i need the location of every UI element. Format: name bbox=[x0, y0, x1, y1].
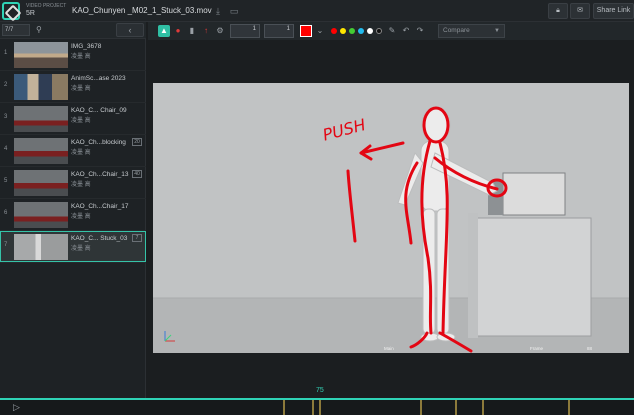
opacity-value: 1 bbox=[252, 26, 256, 32]
item-thumbnail bbox=[14, 74, 68, 100]
item-thumbnail bbox=[14, 138, 68, 164]
comment-marker[interactable] bbox=[420, 400, 422, 415]
item-title: KAO_C... Stuck_03 bbox=[71, 235, 128, 242]
current-color-swatch[interactable] bbox=[300, 25, 312, 37]
list-item[interactable]: 3 KAO_C... Chair_09 凌墨 高 bbox=[0, 103, 146, 135]
draw-mode-icon[interactable]: ▲ bbox=[158, 25, 170, 37]
trash-icon[interactable]: ▮ bbox=[186, 25, 198, 37]
list-item[interactable]: 1 IMG_3678 凌墨 高 bbox=[0, 39, 146, 71]
item-user: 凌墨 高 bbox=[71, 118, 91, 124]
frame-label-number: 88 bbox=[587, 346, 593, 351]
record-icon[interactable]: ● bbox=[172, 25, 184, 37]
current-frame-number: 75 bbox=[316, 387, 324, 394]
item-count[interactable]: 7/7 bbox=[2, 24, 30, 36]
color-red[interactable] bbox=[331, 28, 337, 34]
comment-icon[interactable]: ▭ bbox=[228, 5, 240, 17]
item-title: KAO_Ch...Chair_13 bbox=[71, 171, 129, 178]
item-thumbnail bbox=[14, 202, 68, 228]
color-yellow[interactable] bbox=[340, 28, 346, 34]
undo-icon[interactable]: ↶ bbox=[400, 25, 412, 37]
item-title: KAO_C... Chair_09 bbox=[71, 107, 127, 114]
eyedropper-icon[interactable]: ✎ bbox=[386, 25, 398, 37]
chevron-down-icon: ▼ bbox=[494, 28, 500, 34]
file-title: KAO_Chunyen _M02_1_Stuck_03.mov bbox=[72, 6, 212, 15]
chevron-down-icon[interactable]: ⌄ bbox=[314, 25, 326, 37]
back-button[interactable]: ‹ bbox=[116, 23, 144, 37]
item-user: 凌墨 高 bbox=[71, 182, 91, 188]
brush-value: 1 bbox=[286, 26, 290, 32]
item-number: 5 bbox=[4, 178, 8, 184]
project-name[interactable]: 5R bbox=[26, 10, 35, 17]
item-title: KAO_Ch...Chair_17 bbox=[71, 203, 129, 210]
comment-marker[interactable] bbox=[455, 400, 457, 415]
playlist-sidebar: 7/7 ⚲ ‹ 1 IMG_3678 凌墨 高 2 AnimSc...ase 2… bbox=[0, 22, 146, 398]
item-number: 7 bbox=[4, 242, 8, 248]
redo-icon[interactable]: ↷ bbox=[414, 25, 426, 37]
project-label: VIDEO PROJECT bbox=[26, 3, 67, 9]
version-badge: 40 bbox=[132, 170, 142, 178]
item-user: 凌墨 高 bbox=[71, 54, 91, 60]
color-white[interactable] bbox=[367, 28, 373, 34]
comment-marker[interactable] bbox=[568, 400, 570, 415]
item-user: 凌墨 高 bbox=[71, 150, 91, 156]
share-link-button[interactable]: Share Link bbox=[593, 3, 634, 19]
lock-button[interactable]: 🔒︎ bbox=[548, 3, 568, 19]
settings-icon[interactable]: ⚙ bbox=[214, 25, 226, 37]
annotation-toolbar: ▲ ● ▮ ↑ ⚙ 1 1 ⌄ ✎ ↶ ↷ Compare ▼ bbox=[148, 22, 634, 40]
app-logo-icon[interactable] bbox=[2, 2, 20, 20]
frame-label-main: Main bbox=[384, 346, 394, 351]
color-black[interactable] bbox=[376, 28, 382, 34]
color-blue[interactable] bbox=[358, 28, 364, 34]
item-title: KAO_Ch...blocking bbox=[71, 139, 126, 146]
comment-marker[interactable] bbox=[482, 400, 484, 415]
item-number: 2 bbox=[4, 82, 8, 88]
item-user: 凌墨 高 bbox=[71, 214, 91, 220]
item-thumbnail bbox=[14, 42, 68, 68]
list-item[interactable]: 5 KAO_Ch...Chair_13 凌墨 高 40 bbox=[0, 167, 146, 199]
item-thumbnail bbox=[14, 106, 68, 132]
item-thumbnail bbox=[14, 234, 68, 260]
list-item[interactable]: 6 KAO_Ch...Chair_17 凌墨 高 bbox=[0, 199, 146, 231]
item-user: 凌墨 高 bbox=[71, 246, 91, 252]
item-number: 1 bbox=[4, 50, 8, 56]
brush-size-stepper[interactable]: 1 bbox=[264, 24, 294, 38]
video-frame[interactable]: PUSH Main Frame 88 bbox=[153, 83, 629, 353]
compare-label: Compare bbox=[443, 27, 470, 34]
version-badge: 20 bbox=[132, 138, 142, 146]
compare-dropdown[interactable]: Compare ▼ bbox=[438, 24, 505, 38]
frame-label-frame: Frame bbox=[530, 346, 544, 351]
item-list: 1 IMG_3678 凌墨 高 2 AnimSc...ase 2023 凌墨 高… bbox=[0, 39, 146, 263]
item-title: AnimSc...ase 2023 bbox=[71, 75, 126, 82]
comment-marker[interactable] bbox=[319, 400, 321, 415]
comment-marker[interactable] bbox=[283, 400, 285, 415]
timeline[interactable]: ▷ bbox=[0, 398, 634, 415]
video-viewer[interactable]: PUSH Main Frame 88 bbox=[148, 40, 634, 398]
opacity-stepper[interactable]: 1 bbox=[230, 24, 260, 38]
item-number: 4 bbox=[4, 146, 8, 152]
sidebar-toolbar: 7/7 ⚲ ‹ bbox=[0, 22, 146, 39]
search-icon[interactable]: ⚲ bbox=[36, 25, 46, 35]
item-title: IMG_3678 bbox=[71, 43, 102, 50]
arrow-icon[interactable]: ↑ bbox=[200, 25, 212, 37]
item-number: 6 bbox=[4, 210, 8, 216]
item-thumbnail bbox=[14, 170, 68, 196]
color-green[interactable] bbox=[349, 28, 355, 34]
list-item-selected[interactable]: 7 KAO_C... Stuck_03 凌墨 高 7 bbox=[0, 231, 146, 263]
version-badge: 7 bbox=[132, 234, 142, 242]
item-user: 凌墨 高 bbox=[71, 86, 91, 92]
download-icon[interactable]: ⤓ bbox=[212, 5, 224, 17]
top-bar: VIDEO PROJECT 5R KAO_Chunyen _M02_1_Stuc… bbox=[0, 0, 634, 22]
list-item[interactable]: 2 AnimSc...ase 2023 凌墨 高 bbox=[0, 71, 146, 103]
mail-button[interactable]: ✉ bbox=[570, 3, 590, 19]
item-number: 3 bbox=[4, 114, 8, 120]
frame-image: PUSH bbox=[153, 83, 629, 353]
comment-marker[interactable] bbox=[312, 400, 314, 415]
list-item[interactable]: 4 KAO_Ch...blocking 凌墨 高 20 bbox=[0, 135, 146, 167]
play-icon[interactable]: ▷ bbox=[13, 402, 20, 413]
